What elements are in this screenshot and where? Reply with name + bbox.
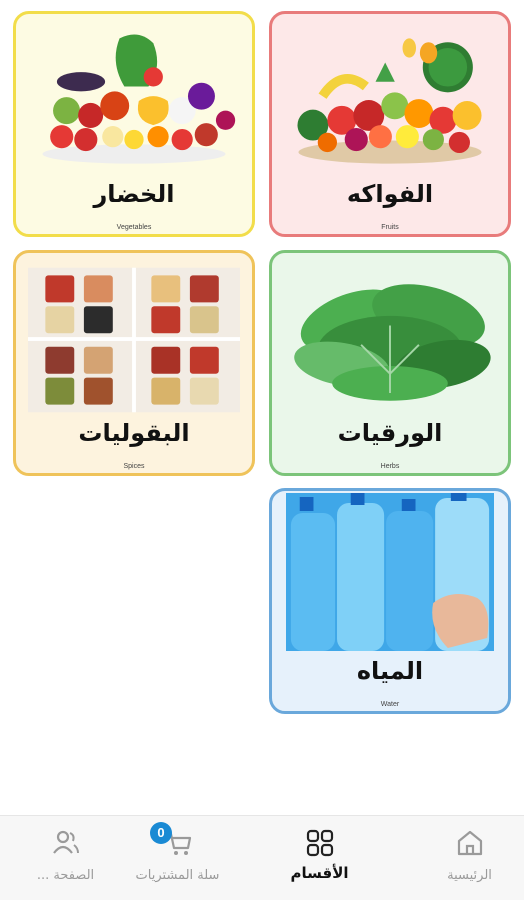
category-card-fruits[interactable]: الفواكه Fruits xyxy=(269,11,511,237)
category-subtitle: Herbs xyxy=(380,463,400,470)
nav-categories[interactable]: الأقسام xyxy=(254,816,385,900)
category-title: الفواكه xyxy=(346,180,434,208)
spices-image xyxy=(28,265,240,415)
vegetables-image xyxy=(28,26,240,176)
water-image xyxy=(286,493,494,651)
category-subtitle: Water xyxy=(380,701,400,708)
category-card-herbs[interactable]: الورقيات Herbs xyxy=(269,250,511,476)
nav-home-label: الرئيسية xyxy=(447,868,492,883)
nav-cart-label: سلة المشتريات xyxy=(135,868,220,883)
grid-icon xyxy=(306,829,333,857)
nav-home[interactable]: الرئيسية xyxy=(404,816,524,900)
category-subtitle: Spices xyxy=(123,463,145,470)
bottom-navigation: الرئيسية الأقسام 0 سلة المشتريات الصفحة … xyxy=(0,815,524,900)
category-card-vegetables[interactable]: الخضار Vegetables xyxy=(13,11,255,237)
category-subtitle: Fruits xyxy=(381,224,399,231)
nav-categories-label: الأقسام xyxy=(290,864,349,882)
category-title: البقوليات xyxy=(78,419,190,447)
nav-page-label: الصفحة ... xyxy=(36,868,95,883)
category-title: المياه xyxy=(356,657,424,685)
category-title: الخضار xyxy=(93,180,175,208)
category-card-spices[interactable]: البقوليات Spices xyxy=(13,250,255,476)
nav-page[interactable]: الصفحة ... xyxy=(0,816,131,900)
category-card-water[interactable]: المياه Water xyxy=(269,488,511,714)
cart-count-badge: 0 xyxy=(150,822,172,844)
users-icon xyxy=(52,830,79,854)
fruits-image xyxy=(284,26,496,176)
nav-cart[interactable]: 0 سلة المشتريات xyxy=(112,816,243,900)
category-title: الورقيات xyxy=(337,419,443,447)
category-subtitle: Vegetables xyxy=(116,224,152,231)
home-icon xyxy=(457,830,482,856)
herbs-image xyxy=(284,265,496,415)
